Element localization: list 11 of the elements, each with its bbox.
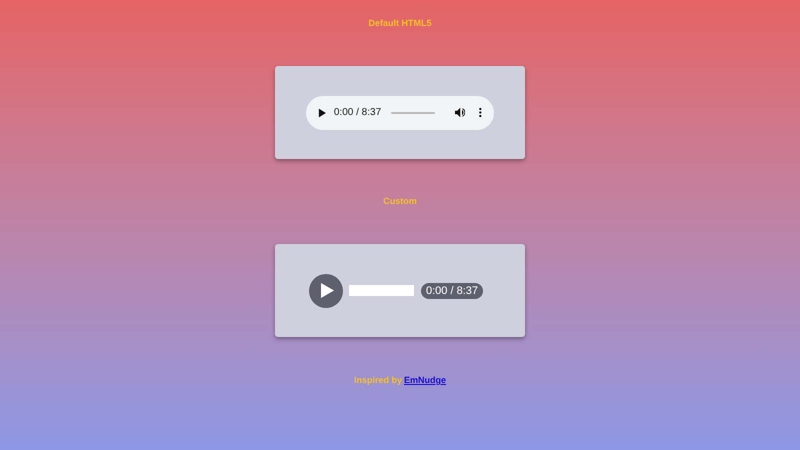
credit-text: Inspired by <box>354 374 402 386</box>
section-heading: Default HTML5 <box>368 17 432 29</box>
credit-link[interactable]: EmNudge <box>404 374 446 386</box>
volume-icon[interactable] <box>454 107 466 118</box>
more-icon[interactable] <box>479 107 482 118</box>
section-heading: Custom <box>383 195 417 207</box>
time-display: 0:00 / 8:37 <box>334 106 382 120</box>
play-icon <box>320 283 334 298</box>
play-button[interactable] <box>309 274 343 308</box>
time-display: 0:00 / 8:37 <box>421 282 483 298</box>
play-icon[interactable] <box>318 108 326 118</box>
